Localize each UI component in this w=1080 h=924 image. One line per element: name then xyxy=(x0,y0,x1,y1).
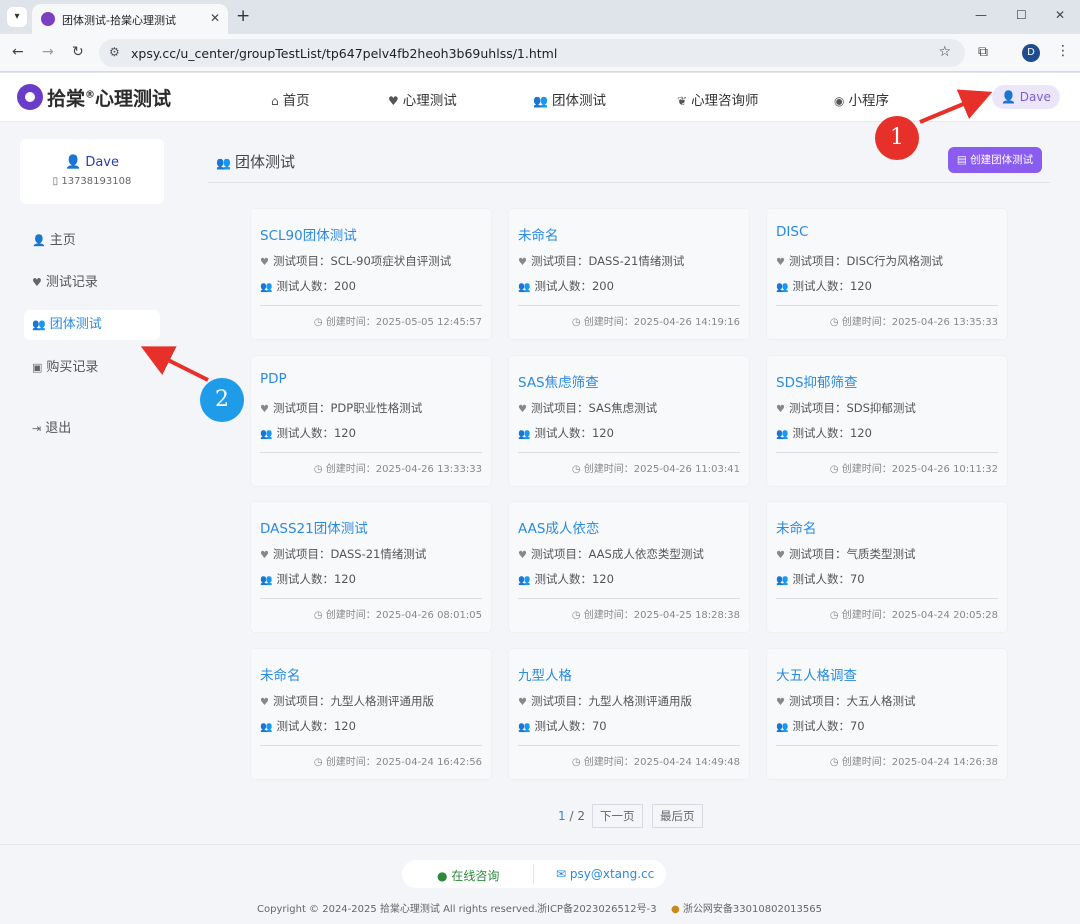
annotation-arrow-1 xyxy=(919,89,993,124)
annotation-marker-2: 2 xyxy=(200,378,244,422)
annotation-marker-1: 1 xyxy=(875,116,919,160)
annotation-arrow-2 xyxy=(140,346,209,382)
